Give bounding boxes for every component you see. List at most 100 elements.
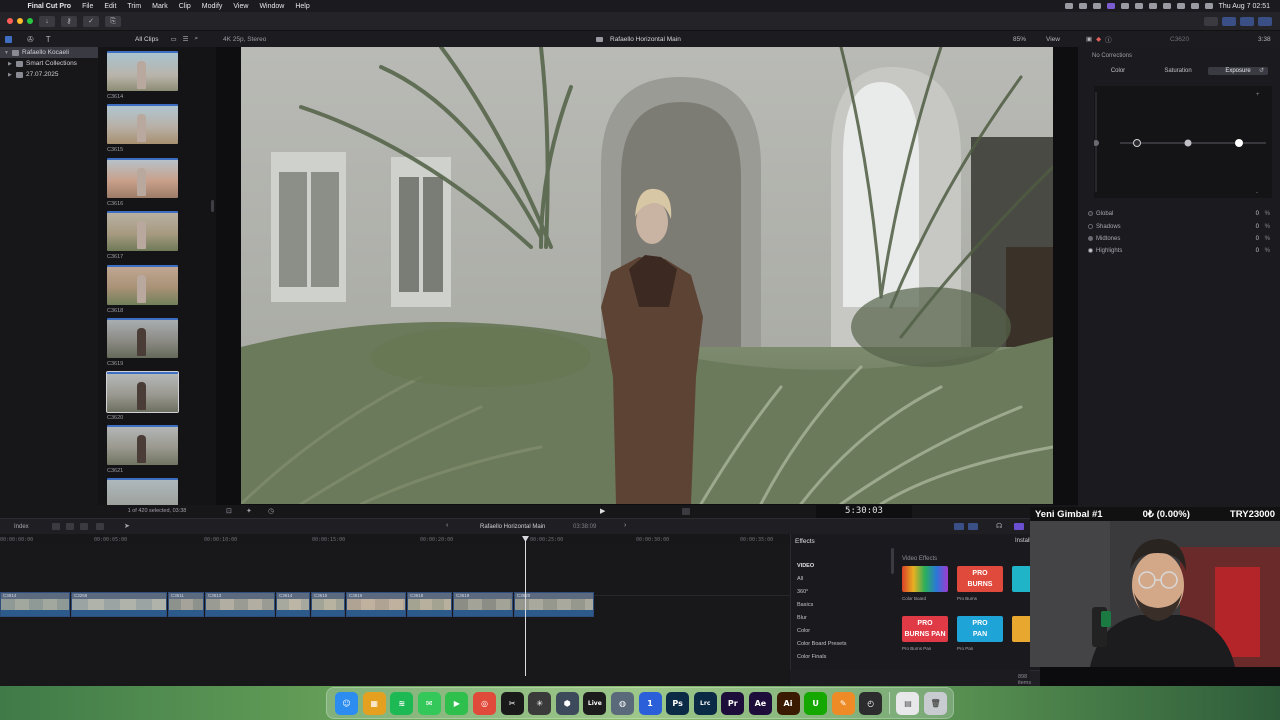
exposure-row-value[interactable]: 0 xyxy=(1249,211,1259,217)
photoshop-icon[interactable]: Ps xyxy=(666,691,690,715)
1password-icon[interactable]: 1 xyxy=(638,691,662,715)
browser-clip[interactable]: C3617 xyxy=(107,211,178,260)
clip-appearance-icon[interactable] xyxy=(954,523,964,530)
instruments-icon[interactable]: ◍ xyxy=(610,691,634,715)
global-puck[interactable] xyxy=(1093,140,1099,146)
messages-icon[interactable]: ✉ xyxy=(417,691,441,715)
effect-tile[interactable] xyxy=(1012,566,1032,592)
titles-icon[interactable]: T xyxy=(46,35,51,44)
category-item[interactable]: 360° xyxy=(791,586,891,599)
reset-icon[interactable]: ↺ xyxy=(1259,67,1264,74)
exposure-row-value[interactable]: 0 xyxy=(1249,248,1259,254)
keywords-button[interactable]: ⚷ xyxy=(61,15,77,27)
bluetooth-icon[interactable] xyxy=(1148,3,1157,9)
tray-icon[interactable] xyxy=(1064,3,1073,9)
timeline-clip[interactable]: C3616 xyxy=(346,592,406,617)
background-tasks-button[interactable]: ✓ xyxy=(83,15,99,27)
control-center-icon[interactable] xyxy=(1204,3,1213,9)
viewer-timecode[interactable]: 5:30:03 xyxy=(816,505,912,518)
speed-icon[interactable]: ◷ xyxy=(268,507,274,515)
libraries-icon[interactable] xyxy=(5,35,12,43)
compressor-icon[interactable]: ⬢ xyxy=(555,691,579,715)
tab-color[interactable]: Color xyxy=(1088,67,1148,75)
back-arrow-icon[interactable]: ‹ xyxy=(446,522,448,529)
select-tool-icon[interactable]: ➤ xyxy=(124,522,130,530)
claquette-icon[interactable]: ✳ xyxy=(528,691,552,715)
clip-thumbnail[interactable] xyxy=(107,318,178,358)
wifi-icon[interactable] xyxy=(1176,3,1185,9)
sidebar-item-library[interactable]: ▼ Rafaello Kocaeli xyxy=(0,47,98,58)
clip-appearance-icon[interactable]: ▭ xyxy=(170,35,176,43)
menu-clip[interactable]: Clip xyxy=(173,3,196,10)
premiere-icon[interactable]: Pr xyxy=(721,691,745,715)
tab-saturation[interactable]: Saturation xyxy=(1148,67,1208,75)
clip-thumbnail[interactable] xyxy=(107,425,178,465)
menu-file[interactable]: File xyxy=(77,3,99,10)
import-button[interactable]: ↓ xyxy=(39,15,55,27)
tray-icon[interactable] xyxy=(1106,3,1115,9)
menu-modify[interactable]: Modify xyxy=(196,3,228,10)
illustrator-icon[interactable]: Ai xyxy=(776,691,800,715)
clip-thumbnail[interactable] xyxy=(107,51,178,91)
disclosure-triangle-icon[interactable]: ▶ xyxy=(8,72,13,78)
trash-icon[interactable]: 🗑 xyxy=(924,691,948,715)
install-button[interactable]: Install xyxy=(1015,538,1031,544)
disclosure-triangle-icon[interactable]: ▼ xyxy=(4,50,9,56)
photos-icon[interactable]: ✇ xyxy=(27,35,34,44)
search-icon[interactable] xyxy=(1190,3,1199,9)
effects-splitter[interactable] xyxy=(891,548,894,574)
clip-thumbnail[interactable] xyxy=(107,158,178,198)
skimming-icon[interactable] xyxy=(968,523,978,530)
clip-thumbnail[interactable] xyxy=(107,478,178,505)
lightroom-classic-icon[interactable]: Lrc xyxy=(693,691,717,715)
category-item[interactable]: Color xyxy=(791,625,891,638)
forward-arrow-icon[interactable]: › xyxy=(624,522,626,529)
browser-clip[interactable] xyxy=(107,478,178,505)
headphones-icon[interactable]: ☊ xyxy=(996,522,1002,530)
effect-tile[interactable] xyxy=(902,566,948,592)
play-button[interactable]: ▶ xyxy=(600,507,605,515)
clip-filter-menu[interactable]: All Clips xyxy=(135,36,158,43)
browser-clip[interactable]: C3614 xyxy=(107,51,178,100)
clip-thumbnail[interactable] xyxy=(106,371,179,413)
zoom-menu[interactable]: 85% xyxy=(1013,36,1026,43)
document-icon[interactable]: ▤ xyxy=(896,691,920,715)
live-icon[interactable]: Live xyxy=(583,691,607,715)
workspace-button[interactable] xyxy=(1204,16,1218,26)
menu-clock[interactable]: Thu Aug 7 02:51 xyxy=(1219,3,1270,10)
menu-view[interactable]: View xyxy=(228,3,254,10)
timeline-clip[interactable]: C3620 xyxy=(514,592,594,617)
timeline-project-name[interactable]: Rafaello Horizontal Main xyxy=(480,524,545,530)
viewer-frame[interactable] xyxy=(241,47,1053,504)
browser-clip[interactable]: C3619 xyxy=(107,318,178,367)
capcut-icon[interactable]: ✂ xyxy=(500,691,524,715)
exposure-row-value[interactable]: 0 xyxy=(1249,236,1259,242)
search-icon[interactable]: ⌕ xyxy=(194,35,198,43)
effects-browser-icon[interactable] xyxy=(1014,523,1024,530)
spotify-icon[interactable]: ≋ xyxy=(390,691,414,715)
timeline-clip[interactable]: C3618 xyxy=(407,592,452,617)
effect-tile[interactable]: PRO BURNS PAN xyxy=(902,616,948,642)
browser-clip[interactable]: C3615 xyxy=(107,104,178,153)
menu-window[interactable]: Window xyxy=(254,3,290,10)
transform-icon[interactable]: ⊡ xyxy=(226,507,232,515)
browser-scrollbar[interactable] xyxy=(211,200,214,212)
view-menu[interactable]: View xyxy=(1046,36,1060,43)
tray-icon[interactable] xyxy=(1120,3,1129,9)
corrections-menu[interactable]: No Corrections xyxy=(1092,53,1132,59)
effect-tile[interactable] xyxy=(1012,616,1032,642)
overwrite-clip-icon[interactable] xyxy=(96,523,104,530)
pages-icon[interactable]: ✎ xyxy=(831,691,855,715)
menu-edit[interactable]: Edit xyxy=(99,3,122,10)
exposure-row-value[interactable]: 0 xyxy=(1249,224,1259,230)
clip-thumbnail[interactable] xyxy=(107,104,178,144)
effect-tile[interactable]: PRO BURNS xyxy=(957,566,1003,592)
menu-mark[interactable]: Mark xyxy=(147,3,174,10)
tray-icon[interactable] xyxy=(1134,3,1143,9)
clip-thumbnail[interactable] xyxy=(107,265,178,305)
browser-clip[interactable]: C3616 xyxy=(107,158,178,207)
timeline-ruler[interactable]: 00:00:00:00 00:00:05:00 00:00:10:00 00:0… xyxy=(0,534,790,545)
inspector-video-icon[interactable]: ▣ xyxy=(1086,35,1092,43)
category-item[interactable]: Basics xyxy=(791,599,891,612)
connect-clip-icon[interactable] xyxy=(52,523,60,530)
